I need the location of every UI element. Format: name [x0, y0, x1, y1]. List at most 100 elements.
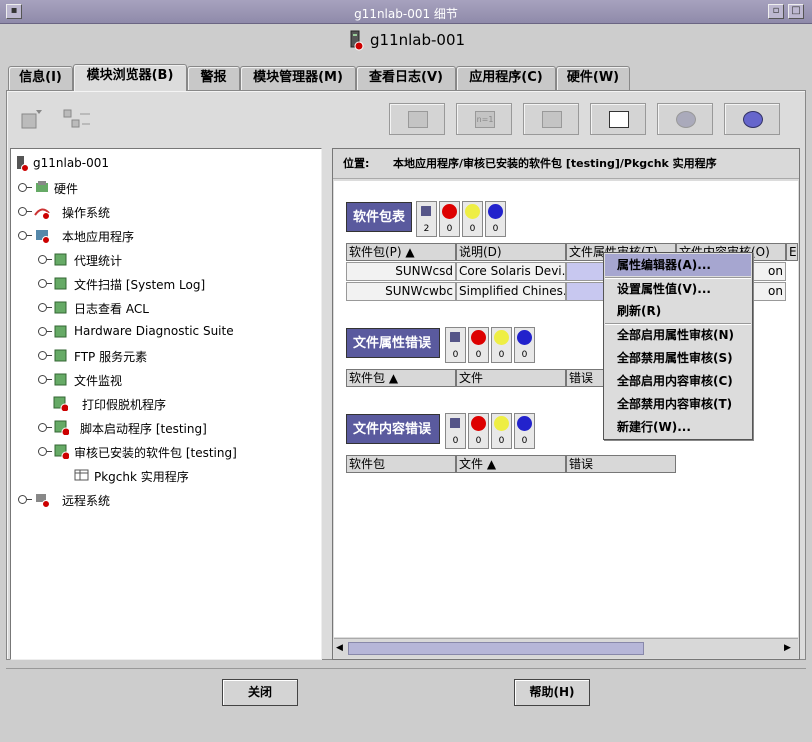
- module-icon: [54, 253, 67, 266]
- critical-icon: [442, 204, 457, 219]
- warning-icon: [465, 204, 480, 219]
- scroll-thumb[interactable]: [348, 642, 644, 655]
- context-menu: 属性编辑器(A)... 设置属性值(V)... 刷新(R) 全部启用属性审核(N…: [603, 252, 753, 440]
- module-icon: [54, 301, 67, 314]
- scroll-left-icon[interactable]: ◀: [336, 642, 346, 655]
- location-bar: 位置: 本地应用程序/审核已安装的软件包 [testing]/Pkgchk 实用…: [333, 149, 799, 179]
- tab-alarms[interactable]: 警报: [187, 66, 240, 90]
- disabled-icon: [488, 204, 503, 219]
- os-icon: [34, 208, 50, 219]
- tab-applications[interactable]: 应用程序(C): [456, 66, 556, 90]
- menu-item-refresh[interactable]: 刷新(R): [605, 300, 751, 322]
- sync-icon: [743, 111, 763, 128]
- host-name: g11nlab-001: [370, 31, 466, 49]
- tab-module-browser[interactable]: 模块浏览器(B): [73, 64, 187, 91]
- location-path: 本地应用程序/审核已安装的软件包 [testing]/Pkgchk 实用程序: [393, 157, 717, 170]
- scroll-right-icon[interactable]: ▶: [784, 642, 794, 655]
- window-menu-icon[interactable]: ▪: [6, 4, 22, 19]
- help-button[interactable]: 帮助(H): [514, 679, 590, 706]
- warning-icon: [494, 330, 509, 345]
- menu-item-enable-attr-audit[interactable]: 全部启用属性审核(N): [605, 324, 751, 346]
- refresh-icon: [676, 111, 696, 128]
- menu-item-set-value[interactable]: 设置属性值(V)...: [605, 278, 751, 300]
- stat-disabled: 0: [514, 413, 535, 449]
- table-count-icon: [421, 206, 431, 216]
- table-icon: [74, 469, 89, 481]
- tree-root-label: g11nlab-001: [33, 156, 110, 170]
- view-icon[interactable]: [18, 106, 48, 132]
- divider: [6, 668, 806, 669]
- critical-icon: [471, 330, 486, 345]
- sync-button[interactable]: [724, 103, 780, 135]
- n-button[interactable]: n=1: [456, 103, 512, 135]
- module-error-icon: [54, 420, 69, 435]
- n-icon: n=1: [475, 111, 495, 128]
- graph-button[interactable]: [523, 103, 579, 135]
- disabled-icon: [517, 416, 532, 431]
- table-count-icon: [450, 332, 460, 342]
- tab-hardware[interactable]: 硬件(W): [556, 66, 630, 90]
- stat-critical: 0: [468, 327, 489, 363]
- col-header-package[interactable]: 软件包(P) ▲: [346, 243, 456, 261]
- table-cell[interactable]: SUNWcwbc: [346, 282, 456, 301]
- stat-total: 0: [445, 413, 466, 449]
- module-error-icon: [53, 396, 68, 411]
- stat-disabled: 0: [514, 327, 535, 363]
- col-header-file[interactable]: 文件 ▲: [456, 455, 566, 473]
- stat-warning: 0: [491, 327, 512, 363]
- remote-icon: [36, 494, 50, 507]
- location-label: 位置:: [343, 157, 370, 170]
- graph-icon: [542, 111, 562, 128]
- disabled-icon: [517, 330, 532, 345]
- minimize-icon[interactable]: ▫: [768, 4, 784, 19]
- table-cell[interactable]: Core Solaris Devi...: [456, 262, 566, 281]
- menu-item-new-row[interactable]: 新建行(W)...: [605, 416, 751, 438]
- menu-item-enable-content-audit[interactable]: 全部启用内容审核(C): [605, 370, 751, 392]
- col-header-package[interactable]: 软件包 ▲: [346, 369, 456, 387]
- col-header-package[interactable]: 软件包: [346, 455, 456, 473]
- host-icon: [17, 156, 29, 171]
- window-title: g11nlab-001 细节: [354, 7, 458, 21]
- module-icon: [54, 349, 67, 362]
- table-count-icon: [450, 418, 460, 428]
- module-error-icon: [54, 444, 69, 459]
- col-header-extra[interactable]: E: [786, 243, 798, 261]
- tab-info[interactable]: 信息(I): [8, 66, 73, 90]
- tree-icon[interactable]: [60, 106, 94, 132]
- host-header: g11nlab-001: [0, 24, 812, 56]
- stat-critical: 0: [468, 413, 489, 449]
- table-cell[interactable]: SUNWcsd: [346, 262, 456, 281]
- edit-button[interactable]: [389, 103, 445, 135]
- col-header-description[interactable]: 说明(D): [456, 243, 566, 261]
- maximize-icon[interactable]: □: [788, 4, 804, 19]
- critical-icon: [471, 416, 486, 431]
- window-titlebar[interactable]: g11nlab-001 细节 ▪ ▫ □: [0, 0, 812, 24]
- host-icon: [350, 30, 364, 51]
- menu-item-attr-editor[interactable]: 属性编辑器(A)...: [605, 254, 751, 276]
- tab-view-log[interactable]: 查看日志(V): [356, 66, 456, 90]
- table-icon: [609, 111, 629, 128]
- section-title-content-errors: 文件内容错误: [346, 414, 440, 444]
- stat-warning: 0: [491, 413, 512, 449]
- menu-item-disable-content-audit[interactable]: 全部禁用内容审核(T): [605, 393, 751, 415]
- stat-total: 2: [416, 201, 437, 237]
- stat-critical: 0: [439, 201, 460, 237]
- module-icon: [54, 325, 67, 338]
- section-title-packages: 软件包表: [346, 202, 412, 232]
- stat-disabled: 0: [485, 201, 506, 237]
- stat-warning: 0: [462, 201, 483, 237]
- section-title-attr-errors: 文件属性错误: [346, 328, 440, 358]
- module-icon: [54, 277, 67, 290]
- table-cell[interactable]: Simplified Chines...: [456, 282, 566, 301]
- horizontal-scrollbar[interactable]: ◀ ▶: [334, 638, 798, 658]
- tab-module-manager[interactable]: 模块管理器(M): [240, 66, 356, 90]
- menu-item-disable-attr-audit[interactable]: 全部禁用属性审核(S): [605, 347, 751, 369]
- warning-icon: [494, 416, 509, 431]
- col-header-file[interactable]: 文件: [456, 369, 566, 387]
- close-button[interactable]: 关闭: [222, 679, 298, 706]
- edit-icon: [408, 111, 428, 128]
- refresh-button[interactable]: [657, 103, 713, 135]
- col-header-error[interactable]: 错误: [566, 455, 676, 473]
- table-button[interactable]: [590, 103, 646, 135]
- local-apps-icon: [36, 230, 50, 243]
